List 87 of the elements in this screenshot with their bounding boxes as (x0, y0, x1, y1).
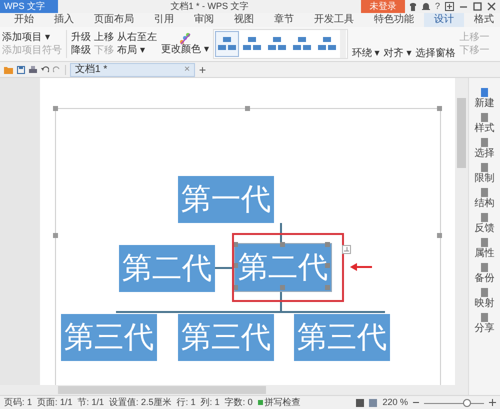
sidebar-button[interactable]: 分享 (474, 313, 494, 334)
resize-handle[interactable] (233, 285, 238, 290)
sidebar-button[interactable]: 反馈 (474, 213, 494, 234)
page-icon (480, 138, 489, 147)
save-icon[interactable] (17, 66, 25, 74)
resize-handle[interactable] (233, 242, 238, 247)
status-text: 字数: 0 (224, 398, 253, 407)
tab-title: 文档1 * (75, 64, 108, 74)
shirt-icon[interactable] (408, 2, 417, 10)
resize-handle[interactable] (233, 263, 238, 268)
help-button[interactable]: ? (434, 2, 440, 11)
menu-tab[interactable]: 格式 (464, 13, 500, 27)
menu-tab[interactable]: 插入 (44, 13, 84, 27)
frame-handle[interactable] (245, 106, 250, 111)
page-icon (480, 188, 489, 197)
status-text: 行: 1 (176, 398, 196, 407)
resize-handle[interactable] (280, 242, 285, 247)
page-icon (480, 263, 489, 272)
print-icon[interactable] (29, 66, 37, 74)
sidebar-button[interactable]: 新建 (474, 88, 494, 109)
redo-icon[interactable] (53, 66, 61, 74)
frame-handle[interactable] (53, 106, 58, 111)
sidebar-button[interactable]: 结构 (474, 188, 494, 209)
resize-handle[interactable] (325, 242, 330, 247)
restore-icon[interactable] (445, 2, 454, 11)
status-text: 页码: 1 (4, 398, 32, 407)
ribbon-button[interactable]: 添加项目 ▾ (2, 32, 62, 42)
resize-handle[interactable] (280, 285, 285, 290)
sidebar-button[interactable]: 样式 (474, 113, 494, 134)
menu-tab[interactable]: 视图 (224, 13, 264, 27)
arrow-icon (350, 263, 372, 271)
resize-handle[interactable] (325, 263, 330, 268)
sidebar-button[interactable]: 属性 (474, 238, 494, 259)
horizontal-scrollbar[interactable] (0, 385, 468, 395)
app-logo[interactable]: WPS 文字 (0, 0, 58, 13)
page-icon (480, 88, 489, 97)
menu-tab[interactable]: 开发工具 (304, 13, 364, 27)
sidebar-button[interactable]: 选择 (474, 138, 494, 159)
menu-tab[interactable]: 审阅 (184, 13, 224, 27)
ribbon-button[interactable]: 对齐 ▾ (384, 49, 412, 59)
resize-handle[interactable] (325, 285, 330, 290)
status-text: 节: 1/1 (78, 398, 104, 407)
sidebar-button[interactable]: 限制 (474, 163, 494, 184)
ribbon-button[interactable]: 环绕 ▾ (352, 49, 380, 59)
menu-tab[interactable]: 引用 (144, 13, 184, 27)
sidebar-button[interactable]: 备份 (474, 263, 494, 284)
bell-icon[interactable] (422, 2, 430, 10)
maximize-icon[interactable] (473, 2, 482, 11)
doc-tab[interactable]: 文档1 * × (70, 62, 195, 76)
ribbon-button[interactable]: 选择窗格 (415, 49, 456, 59)
window-title: 文档1 * - WPS 文字 (170, 2, 248, 11)
layout-options-icon[interactable] (342, 245, 351, 254)
menu-tab[interactable]: 设计 (424, 13, 464, 27)
menu-tab[interactable]: 页面布局 (84, 13, 144, 27)
zoom-value: 220 % (382, 398, 408, 407)
vertical-scrollbar[interactable] (455, 78, 468, 385)
ribbon-button[interactable]: 布局 ▾ (117, 46, 157, 56)
page-icon (480, 163, 489, 172)
status-text: 页面: 1/1 (37, 398, 73, 407)
ribbon-button[interactable]: 上移 (94, 32, 114, 42)
ribbon-button[interactable]: 降级 (71, 46, 91, 56)
page-icon (480, 313, 489, 322)
page-icon (480, 288, 489, 297)
close-icon[interactable] (487, 2, 496, 11)
ribbon-button[interactable]: 升级 (71, 32, 91, 42)
status-text: 列: 1 (200, 398, 220, 407)
sidebar-button[interactable]: 映射 (474, 288, 494, 309)
status-text: 设置值: 2.5厘米 (109, 398, 172, 407)
frame-handle[interactable] (437, 233, 442, 238)
undo-icon[interactable] (41, 66, 49, 74)
style-thumbnail[interactable] (214, 31, 239, 57)
page-icon (480, 113, 489, 122)
menu-tab[interactable]: 开始 (4, 13, 44, 27)
zoom-in-icon[interactable] (489, 399, 496, 406)
frame-handle[interactable] (437, 106, 442, 111)
ribbon-button[interactable]: 从右至左 (117, 32, 157, 42)
spell-check-status[interactable]: 拼写检查 (258, 398, 301, 407)
zoom-slider[interactable] (424, 398, 484, 406)
folder-icon[interactable] (4, 66, 13, 74)
page-icon (480, 213, 489, 222)
palette-icon (178, 33, 191, 45)
page-icon (480, 238, 489, 247)
new-tab-button[interactable]: + (199, 64, 206, 76)
change-color-button[interactable]: 更改颜色 ▾ (161, 45, 209, 55)
menu-tab[interactable]: 章节 (264, 13, 304, 27)
frame-handle[interactable] (53, 233, 58, 238)
menu-tab[interactable]: 特色功能 (364, 13, 424, 27)
